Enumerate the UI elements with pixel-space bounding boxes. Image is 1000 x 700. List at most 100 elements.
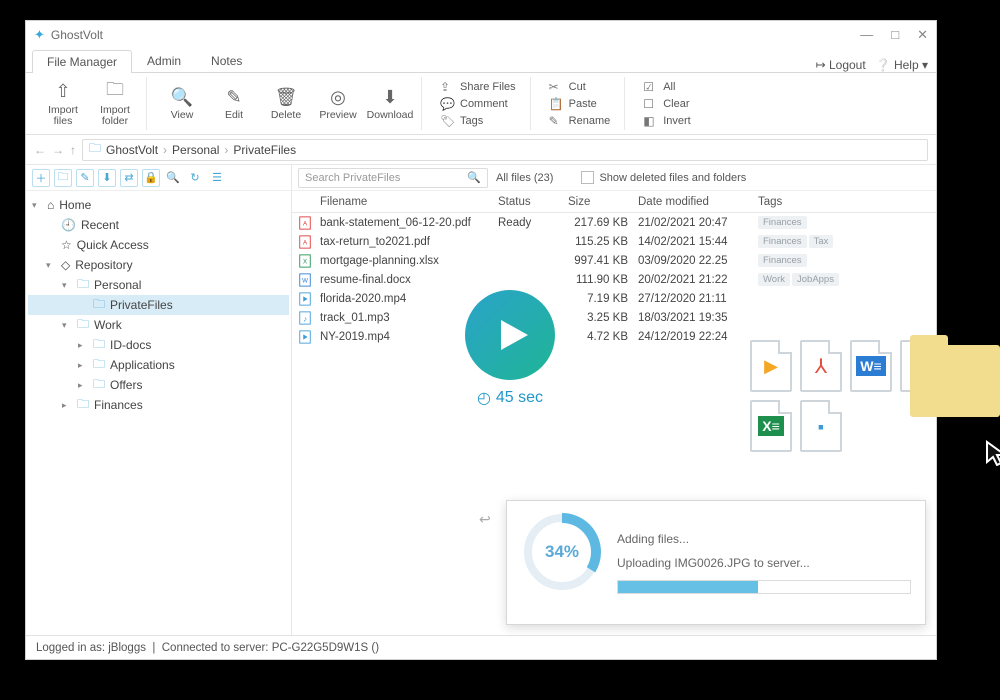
video-file-icon: ▶ <box>750 340 792 392</box>
select-clear-item[interactable]: ☐Clear <box>643 97 691 111</box>
share-files-item[interactable]: ⇪Share Files <box>440 80 516 94</box>
cursor-icon <box>985 440 1000 472</box>
file-type-icon: ♪ <box>298 311 320 325</box>
tree-personal[interactable]: ▾🗀Personal <box>28 275 289 295</box>
upload-percent-label: 34% <box>521 511 603 593</box>
select-all-item[interactable]: ☑All <box>643 80 691 94</box>
ribbon: ⇧Importfiles🗀Importfolder 🔍View✎Edit🗑Del… <box>26 73 936 135</box>
tree-offers[interactable]: ▸🗀Offers <box>28 375 289 395</box>
col-status[interactable]: Status <box>498 196 568 208</box>
download-folder-button[interactable]: ⬇ <box>98 169 116 187</box>
file-type-icon <box>298 292 320 306</box>
svg-text:W: W <box>302 277 308 284</box>
minimize-button[interactable]: — <box>860 27 873 43</box>
nav-up-button[interactable]: ↑ <box>70 143 76 157</box>
col-filename[interactable]: Filename <box>320 196 498 208</box>
help-link[interactable]: ❔ Help ▾ <box>876 58 928 72</box>
preview-button-icon: ◎ <box>330 86 346 108</box>
table-row[interactable]: Abank-statement_06-12-20.pdfReady217.69 … <box>292 213 936 232</box>
refresh-button[interactable]: ↻ <box>186 169 204 187</box>
comment-item[interactable]: 💬Comment <box>440 97 516 111</box>
table-row[interactable]: florida-2020.mp47.19 KB27/12/2020 21:11 <box>292 289 936 308</box>
col-tags[interactable]: Tags <box>758 196 930 208</box>
folder-tree: ▾⌂Home 🕘Recent ☆Quick Access ▾◇Repositor… <box>26 191 291 635</box>
tree-privatefiles[interactable]: 🗀PrivateFiles <box>28 295 289 315</box>
table-row[interactable]: Wresume-final.docx111.90 KB20/02/2021 21… <box>292 270 936 289</box>
drop-folder-icon <box>910 345 1000 417</box>
new-button[interactable]: ＋ <box>32 169 50 187</box>
rename-item[interactable]: ✎Rename <box>549 114 611 128</box>
edit-button-icon: ✎ <box>226 86 241 108</box>
search-tree-button[interactable]: 🔍 <box>164 169 182 187</box>
show-deleted-toggle[interactable]: Show deleted files and folders <box>581 171 746 184</box>
tree-home[interactable]: ▾⌂Home <box>28 195 289 215</box>
tags-item[interactable]: 🏷Tags <box>440 114 516 128</box>
import-folder-button[interactable]: 🗀Importfolder <box>92 77 138 130</box>
app-title: GhostVolt <box>51 28 860 42</box>
close-button[interactable]: ✕ <box>917 27 928 43</box>
excel-file-icon: X≡ <box>750 400 792 452</box>
table-row[interactable]: ♪track_01.mp33.25 KB18/03/2021 19:35 <box>292 308 936 327</box>
tree-recent[interactable]: 🕘Recent <box>28 215 289 235</box>
tree-repository[interactable]: ▾◇Repository <box>28 255 289 275</box>
lock-button[interactable]: 🔒 <box>142 169 160 187</box>
tree-work[interactable]: ▾🗀Work <box>28 315 289 335</box>
move-button[interactable]: ⇄ <box>120 169 138 187</box>
tab-bar: File Manager Admin Notes ↦ Logout ❔ Help… <box>26 49 936 73</box>
view-button[interactable]: 🔍View <box>159 77 205 130</box>
play-duration-label: ◴45 sec <box>460 388 560 408</box>
breadcrumb[interactable]: 🗀 GhostVolt› Personal› PrivateFiles <box>82 139 928 161</box>
cut-item[interactable]: ✂Cut <box>549 80 611 94</box>
sidebar: ＋ 🗀 ✎ ⬇ ⇄ 🔒 🔍 ↻ ☰ ▾⌂Home 🕘Recent ☆Quick … <box>26 165 292 635</box>
pdf-file-icon: ⅄ <box>800 340 842 392</box>
nav-back-button[interactable]: ← <box>34 143 46 157</box>
timer-icon: ◴ <box>477 388 491 408</box>
tree-applications[interactable]: ▸🗀Applications <box>28 355 289 375</box>
tab-file-manager[interactable]: File Manager <box>32 50 132 73</box>
preview-button[interactable]: ◎Preview <box>315 77 361 130</box>
table-row[interactable]: Atax-return_to2021.pdf115.25 KB14/02/202… <box>292 232 936 251</box>
upload-adding-label: Adding files... <box>617 532 911 546</box>
paste-item[interactable]: 📋Paste <box>549 97 611 111</box>
download-button-icon: ⬇ <box>382 86 397 108</box>
play-button[interactable] <box>465 290 555 380</box>
rename-folder-button[interactable]: ✎ <box>76 169 94 187</box>
upload-file-label: Uploading IMG0026.JPG to server... <box>617 556 911 570</box>
maximize-button[interactable]: □ <box>891 27 899 43</box>
search-input[interactable]: Search PrivateFiles🔍 <box>298 168 488 188</box>
tree-iddocs[interactable]: ▸🗀ID-docs <box>28 335 289 355</box>
upload-progress-panel: ↩ 34% Adding files... Uploading IMG0026.… <box>506 500 926 625</box>
app-logo-icon: ✦ <box>34 27 45 43</box>
all-files-filter[interactable]: All files (23) <box>496 172 553 184</box>
upload-progress-bar <box>617 580 911 594</box>
word-file-icon: W≡ <box>850 340 892 392</box>
file-type-icon: A <box>298 235 320 249</box>
file-type-icon: W <box>298 273 320 287</box>
view-button-icon: 🔍 <box>171 86 193 108</box>
tree-finances[interactable]: ▸🗀Finances <box>28 395 289 415</box>
tab-notes[interactable]: Notes <box>196 49 257 72</box>
delete-button[interactable]: 🗑Delete <box>263 77 309 130</box>
col-date[interactable]: Date modified <box>638 196 758 208</box>
options-button[interactable]: ☰ <box>208 169 226 187</box>
download-button[interactable]: ⬇Download <box>367 77 413 130</box>
tree-quick-access[interactable]: ☆Quick Access <box>28 235 289 255</box>
file-type-icon: X <box>298 254 320 268</box>
import-files-button[interactable]: ⇧Importfiles <box>40 77 86 130</box>
tab-admin[interactable]: Admin <box>132 49 196 72</box>
table-row[interactable]: Xmortgage-planning.xlsx997.41 KB03/09/20… <box>292 251 936 270</box>
file-type-icon: A <box>298 216 320 230</box>
select-invert-item[interactable]: ◧Invert <box>643 114 691 128</box>
delete-button-icon: 🗑 <box>275 86 298 108</box>
rewind-icon[interactable]: ↩ <box>479 511 491 528</box>
svg-text:X: X <box>303 258 307 265</box>
file-type-icon <box>298 330 320 344</box>
svg-text:♪: ♪ <box>303 314 307 323</box>
edit-button[interactable]: ✎Edit <box>211 77 257 130</box>
new-folder-button[interactable]: 🗀 <box>54 169 72 187</box>
logout-link[interactable]: ↦ Logout <box>816 58 866 72</box>
navigation-bar: ← → ↑ 🗀 GhostVolt› Personal› PrivateFile… <box>26 135 936 165</box>
nav-forward-button[interactable]: → <box>52 143 64 157</box>
col-size[interactable]: Size <box>568 196 638 208</box>
video-preview-overlay: ◴45 sec <box>460 290 560 408</box>
